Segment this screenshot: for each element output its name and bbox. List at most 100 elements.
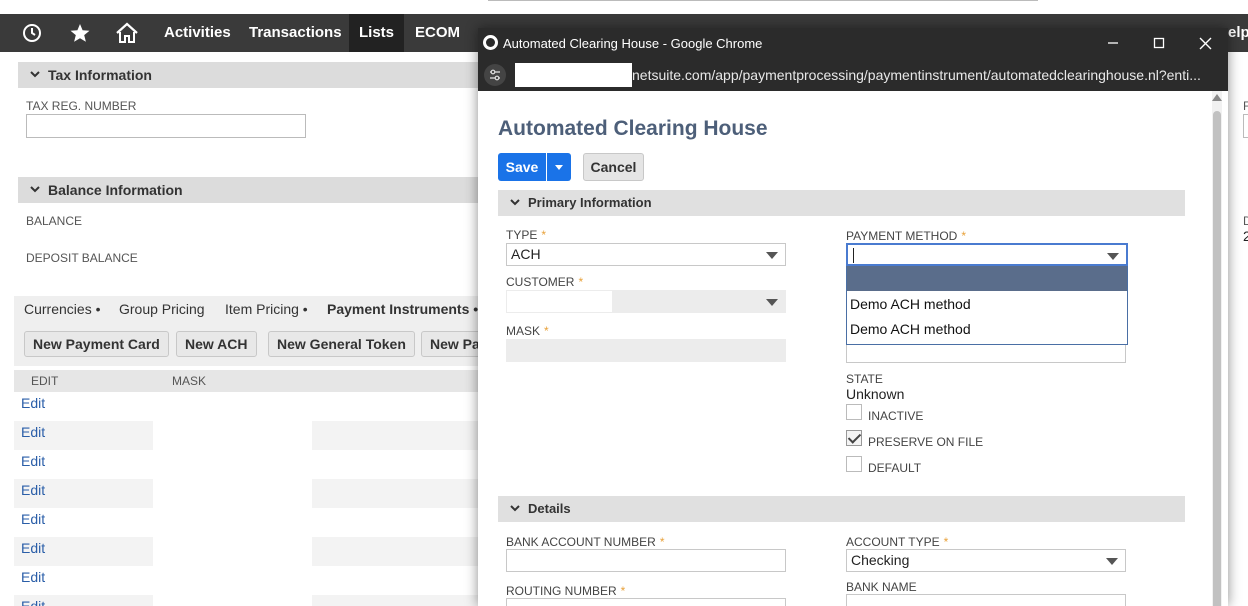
routing-number-input[interactable] [506, 598, 786, 606]
customer-label: CUSTOMER * [506, 275, 583, 289]
page-title: Automated Clearing House [498, 117, 768, 140]
nav-activities[interactable]: Activities [154, 14, 241, 52]
scrollbar-thumb[interactable] [1213, 111, 1221, 606]
scrollbar[interactable] [1212, 91, 1222, 606]
dropdown-option[interactable]: Demo ACH method [850, 321, 971, 337]
cancel-button[interactable]: Cancel [583, 153, 644, 181]
bank-name-label: BANK NAME [846, 580, 917, 594]
mask-cell [153, 421, 312, 450]
routing-label-text: ROUTING NUMBER [506, 584, 617, 598]
nav-lists[interactable]: Lists [349, 14, 405, 52]
minimize-icon[interactable] [1090, 28, 1136, 58]
type-select[interactable]: ACH [506, 243, 786, 266]
nav-transactions[interactable]: Transactions [239, 14, 352, 52]
section-title: Balance Information [48, 182, 183, 198]
home-icon[interactable] [107, 14, 147, 52]
edit-link[interactable]: Edit [21, 540, 45, 556]
close-icon[interactable] [1182, 28, 1228, 58]
tax-information-section[interactable]: Tax Information [18, 62, 480, 88]
required-marker: * [961, 229, 967, 243]
chevron-down-icon [510, 505, 520, 512]
top-divider [488, 0, 1038, 1]
details-section[interactable]: Details [498, 496, 1185, 522]
dropdown-arrow-icon [1107, 253, 1119, 260]
type-label-text: TYPE [506, 228, 538, 242]
required-marker: * [943, 535, 949, 549]
payment-method-label: PAYMENT METHOD * [846, 229, 966, 243]
primary-information-section[interactable]: Primary Information [498, 190, 1185, 216]
window-titlebar[interactable]: Automated Clearing House - Google Chrome [478, 28, 1228, 58]
section-title: Primary Information [528, 195, 652, 210]
subtab-payment-instruments[interactable]: Payment Instruments • [327, 296, 478, 322]
edit-link[interactable]: Edit [21, 598, 45, 606]
edit-link[interactable]: Edit [21, 395, 45, 411]
bank-account-number-input[interactable] [506, 549, 786, 572]
new-ach-button[interactable]: New ACH [176, 331, 257, 357]
required-marker: * [544, 324, 549, 338]
right-fragment-label: F [1243, 99, 1248, 113]
save-options-dropdown-icon[interactable] [546, 153, 571, 181]
text-caret [853, 248, 854, 263]
required-marker: * [578, 275, 584, 289]
new-payment-button[interactable]: New Pa [421, 331, 481, 357]
account-type-label-text: ACCOUNT TYPE [846, 535, 940, 549]
required-marker: * [620, 584, 626, 598]
table-header [14, 370, 480, 392]
site-settings-icon[interactable] [484, 64, 506, 86]
bank-account-label-text: BANK ACCOUNT NUMBER [506, 535, 656, 549]
right-fragment-label: D [1243, 214, 1248, 228]
type-label: TYPE * [506, 228, 546, 242]
state-label: STATE [846, 372, 883, 386]
bank-name-input[interactable] [846, 594, 1126, 606]
account-type-select[interactable]: Checking [846, 549, 1126, 572]
edit-link[interactable]: Edit [21, 511, 45, 527]
default-checkbox[interactable] [846, 456, 862, 472]
right-fragment-input[interactable] [1243, 114, 1248, 138]
payment-method-select[interactable] [846, 243, 1128, 266]
star-icon[interactable] [60, 14, 100, 52]
new-payment-card-button[interactable]: New Payment Card [24, 331, 169, 357]
mask-label-text: MASK [506, 324, 541, 338]
state-value: Unknown [846, 386, 905, 402]
dropdown-option-blank[interactable] [847, 266, 1127, 291]
top-strip [0, 0, 1248, 14]
subtab-item-pricing[interactable]: Item Pricing • [225, 296, 308, 322]
preserve-on-file-checkbox[interactable] [846, 430, 862, 446]
account-type-value: Checking [851, 552, 910, 568]
customer-select[interactable] [506, 290, 786, 313]
bank-account-number-label: BANK ACCOUNT NUMBER * [506, 535, 664, 549]
window-title: Automated Clearing House - Google Chrome [503, 36, 763, 51]
table-row: Edit [14, 595, 480, 606]
subtab-currencies[interactable]: Currencies • [24, 296, 100, 322]
mask-cell [153, 479, 312, 508]
nav-ecom[interactable]: ECOM [405, 14, 470, 52]
default-label: DEFAULT [868, 461, 922, 475]
mask-input[interactable] [506, 339, 786, 362]
column-edit: EDIT [31, 374, 59, 388]
scroll-up-icon[interactable] [1212, 94, 1222, 101]
edit-link[interactable]: Edit [21, 424, 45, 440]
table-row: Edit [14, 537, 480, 566]
account-type-label: ACCOUNT TYPE * [846, 535, 948, 549]
edit-link[interactable]: Edit [21, 482, 45, 498]
save-button[interactable]: Save [498, 153, 546, 181]
table-row: Edit [14, 566, 480, 595]
address-bar: netsuite.com/app/paymentprocessing/payme… [478, 58, 1228, 91]
dropdown-arrow-icon [766, 252, 778, 259]
tax-reg-input[interactable] [26, 114, 306, 138]
balance-information-section[interactable]: Balance Information [18, 177, 480, 203]
routing-number-label: ROUTING NUMBER * [506, 584, 625, 598]
chrome-popup-window: Automated Clearing House - Google Chrome… [478, 28, 1228, 606]
inactive-checkbox[interactable] [846, 404, 862, 420]
new-general-token-button[interactable]: New General Token [268, 331, 415, 357]
edit-link[interactable]: Edit [21, 453, 45, 469]
dropdown-option[interactable]: Demo ACH method [850, 296, 971, 312]
recent-history-icon[interactable] [12, 14, 52, 52]
url-text[interactable]: netsuite.com/app/paymentprocessing/payme… [632, 67, 1212, 83]
maximize-icon[interactable] [1136, 28, 1182, 58]
edit-link[interactable]: Edit [21, 569, 45, 585]
subtab-group-pricing[interactable]: Group Pricing [119, 296, 205, 322]
right-fragment-value: 2 [1243, 228, 1248, 244]
deposit-balance-label: DEPOSIT BALANCE [26, 251, 138, 265]
mask-cell [153, 595, 312, 606]
